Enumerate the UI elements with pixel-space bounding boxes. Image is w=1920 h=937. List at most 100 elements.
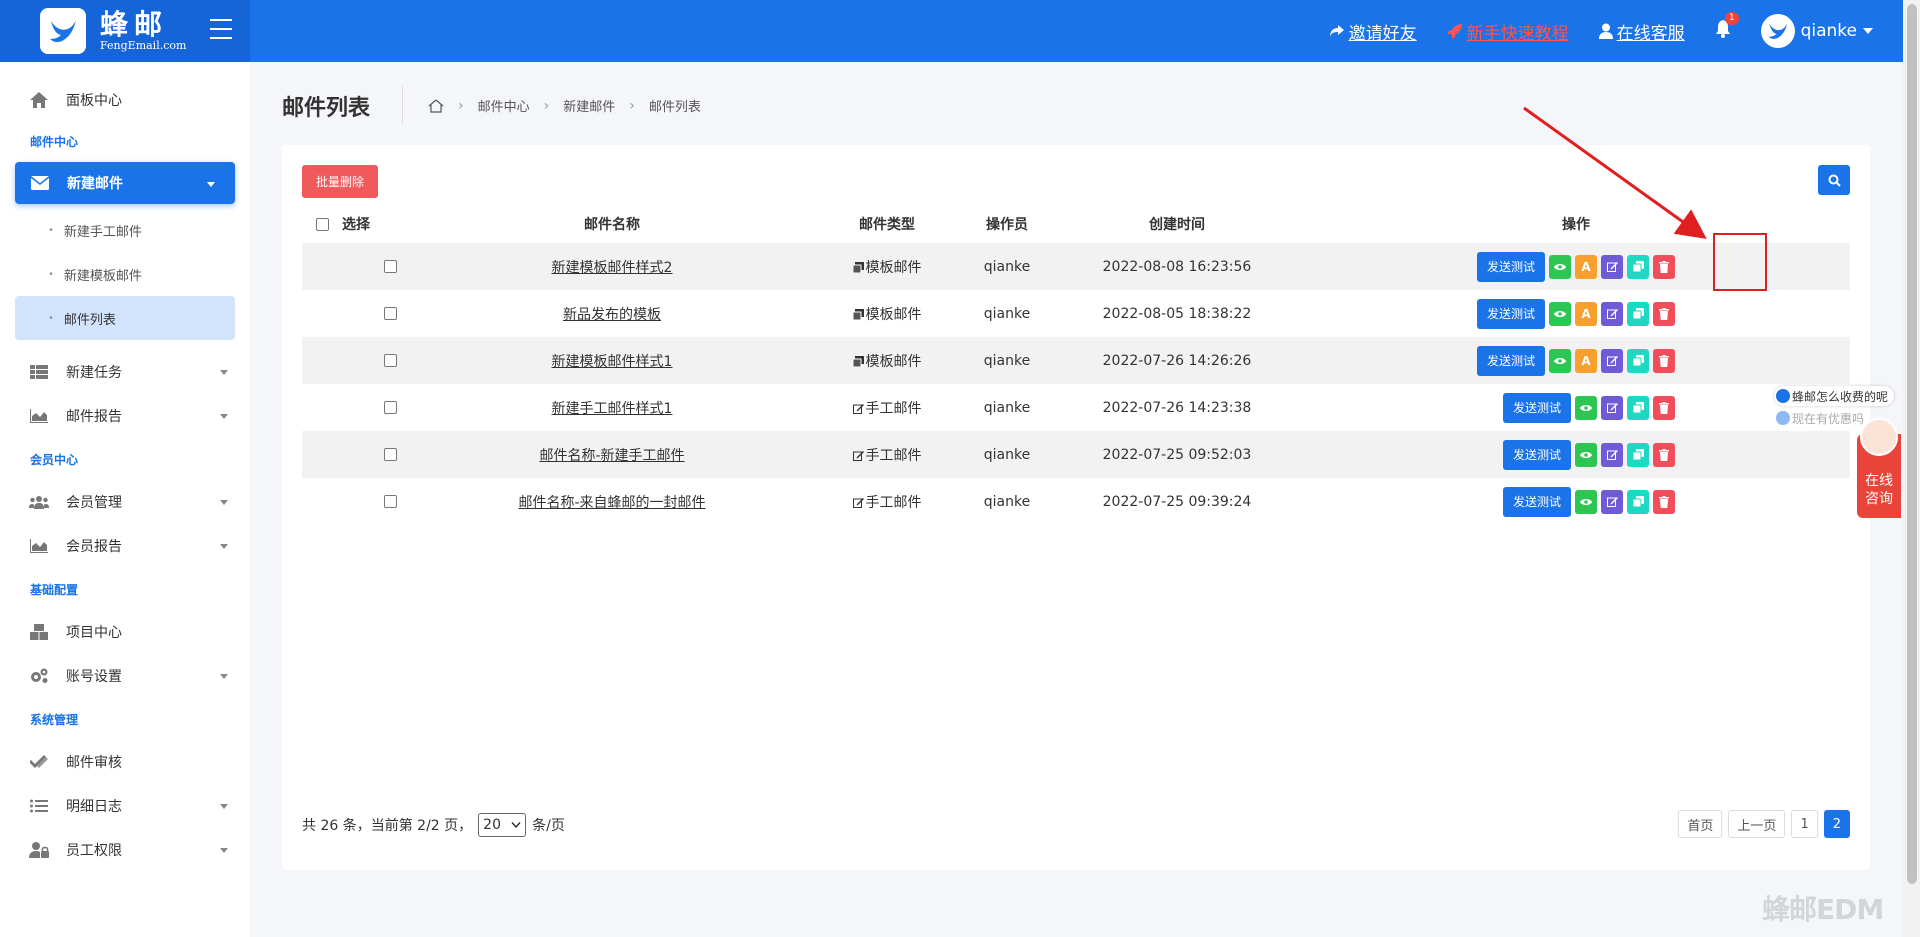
mail-name-link[interactable]: 新建手工邮件样式1	[552, 401, 673, 417]
font-button[interactable]: A	[1575, 301, 1597, 326]
mail-name-link[interactable]: 邮件名称-新建手工邮件	[539, 448, 684, 464]
chat-suggestion-bubble[interactable]: 现在有优惠吗	[1774, 408, 1871, 428]
row-checkbox[interactable]	[384, 354, 397, 367]
online-support-link[interactable]: 在线客服	[1598, 19, 1685, 44]
edit-icon	[1606, 262, 1618, 272]
operator-cell: qianke	[962, 384, 1052, 431]
edit-button[interactable]	[1601, 254, 1623, 279]
pager-current-page[interactable]: 2	[1823, 810, 1850, 838]
sidebar-item-label: 面板中心	[66, 93, 122, 109]
preview-button[interactable]	[1575, 489, 1597, 514]
copy-button[interactable]	[1627, 395, 1649, 420]
mail-name-link[interactable]: 新建模板邮件样式1	[552, 354, 673, 370]
preview-button[interactable]	[1575, 395, 1597, 420]
edit-button[interactable]	[1601, 348, 1623, 373]
sidebar-item-project-center[interactable]: 项目中心	[0, 610, 250, 654]
preview-button[interactable]	[1575, 442, 1597, 467]
sidebar-item-new-mail[interactable]: 新建邮件	[15, 162, 235, 204]
send-test-button[interactable]: 发送测试	[1476, 345, 1545, 376]
table-row: 新品发布的模板 模板邮件 qianke 2022-08-05 18:38:22 发送测试…	[302, 290, 1850, 337]
copy-button[interactable]	[1627, 301, 1649, 326]
chat-suggestion-bubble[interactable]: 蜂邮怎么收费的呢	[1774, 386, 1895, 406]
edit-button[interactable]	[1601, 442, 1623, 467]
pager-first-button[interactable]: 首页	[1678, 810, 1723, 838]
send-test-button[interactable]: 发送测试	[1476, 298, 1545, 329]
delete-button[interactable]	[1653, 348, 1675, 373]
sidebar-item-detail-log[interactable]: 明细日志	[0, 784, 250, 828]
sidebar-section-mail: 邮件中心	[30, 135, 79, 149]
header-name: 邮件名称	[584, 217, 640, 233]
home-outline-icon[interactable]	[428, 99, 444, 113]
tutorial-link[interactable]: 新手快速教程	[1446, 19, 1569, 44]
breadcrumb-separator: ›	[458, 97, 464, 114]
row-checkbox[interactable]	[384, 260, 397, 273]
sidebar-sub-new-template-mail[interactable]: 新建模板邮件	[0, 252, 250, 296]
sidebar-item-dashboard[interactable]: 面板中心	[0, 78, 250, 122]
send-test-button[interactable]: 发送测试	[1502, 392, 1571, 423]
delete-button[interactable]	[1653, 442, 1675, 467]
delete-button[interactable]	[1653, 254, 1675, 279]
row-checkbox[interactable]	[384, 495, 397, 508]
page-scrollbar[interactable]	[1903, 0, 1920, 937]
created-time-cell: 2022-08-08 16:23:56	[1052, 243, 1302, 290]
edit-button[interactable]	[1601, 395, 1623, 420]
sidebar-item-account-settings[interactable]: 账号设置	[0, 654, 250, 698]
copy-button[interactable]	[1627, 489, 1649, 514]
support-label: 在线客服	[1616, 23, 1685, 44]
pager-prev-button[interactable]: 上一页	[1728, 810, 1786, 838]
batch-delete-button[interactable]: 批量删除	[302, 165, 378, 198]
font-button[interactable]: A	[1575, 254, 1597, 279]
select-all-checkbox[interactable]	[315, 217, 329, 231]
copy-icon	[1632, 496, 1644, 507]
row-checkbox[interactable]	[384, 307, 397, 320]
row-checkbox[interactable]	[384, 401, 397, 414]
delete-button[interactable]	[1653, 301, 1675, 326]
delete-button[interactable]	[1653, 395, 1675, 420]
sidebar-item-staff-permission[interactable]: 员工权限	[0, 828, 250, 872]
font-button[interactable]: A	[1575, 348, 1597, 373]
copy-icon	[1632, 308, 1644, 319]
operator-cell: qianke	[962, 290, 1052, 337]
trash-icon	[1659, 307, 1669, 320]
caret-down-icon	[207, 182, 215, 187]
eye-icon	[1554, 357, 1566, 364]
sidebar-sub-new-manual-mail[interactable]: 新建手工邮件	[0, 208, 250, 252]
area-chart-icon	[28, 409, 50, 423]
breadcrumb-item[interactable]: 新建邮件	[563, 96, 615, 115]
sidebar-item-member-report[interactable]: 会员报告	[0, 524, 250, 568]
edit-button[interactable]	[1601, 301, 1623, 326]
trash-icon	[1659, 448, 1669, 461]
mail-name-link[interactable]: 新建模板邮件样式2	[552, 260, 673, 276]
sidebar-item-member-manage[interactable]: 会员管理	[0, 480, 250, 524]
invite-friends-link[interactable]: 邀请好友	[1329, 19, 1417, 44]
page-size-select[interactable]: 20	[478, 813, 527, 837]
scrollbar-thumb[interactable]	[1907, 4, 1917, 884]
preview-button[interactable]	[1549, 348, 1571, 373]
pager-page-button[interactable]: 1	[1791, 810, 1818, 838]
user-menu[interactable]: qianke	[1760, 14, 1873, 48]
caret-down-icon	[220, 370, 228, 375]
delete-button[interactable]	[1653, 489, 1675, 514]
menu-toggle-icon[interactable]	[210, 19, 232, 39]
send-test-button[interactable]: 发送测试	[1502, 439, 1571, 470]
copy-button[interactable]	[1627, 348, 1649, 373]
sidebar-item-mail-review[interactable]: 邮件审核	[0, 740, 250, 784]
sidebar-item-label: 项目中心	[66, 625, 122, 641]
chat-dot-icon	[1776, 389, 1790, 403]
copy-button[interactable]	[1627, 442, 1649, 467]
mail-name-link[interactable]: 新品发布的模板	[563, 307, 661, 323]
mail-name-link[interactable]: 邮件名称-来自蜂邮的一封邮件	[518, 495, 705, 511]
notification-bell[interactable]: 1	[1715, 11, 1739, 43]
sidebar-item-new-task[interactable]: 新建任务	[0, 350, 250, 394]
send-test-button[interactable]: 发送测试	[1476, 251, 1545, 282]
preview-button[interactable]	[1549, 254, 1571, 279]
row-checkbox[interactable]	[384, 448, 397, 461]
edit-button[interactable]	[1601, 489, 1623, 514]
preview-button[interactable]	[1549, 301, 1571, 326]
copy-button[interactable]	[1627, 254, 1649, 279]
search-button[interactable]	[1818, 165, 1850, 195]
breadcrumb-item[interactable]: 邮件中心	[478, 96, 530, 115]
send-test-button[interactable]: 发送测试	[1502, 486, 1571, 517]
sidebar-item-mail-report[interactable]: 邮件报告	[0, 394, 250, 438]
sidebar-sub-mail-list[interactable]: 邮件列表	[15, 296, 235, 340]
